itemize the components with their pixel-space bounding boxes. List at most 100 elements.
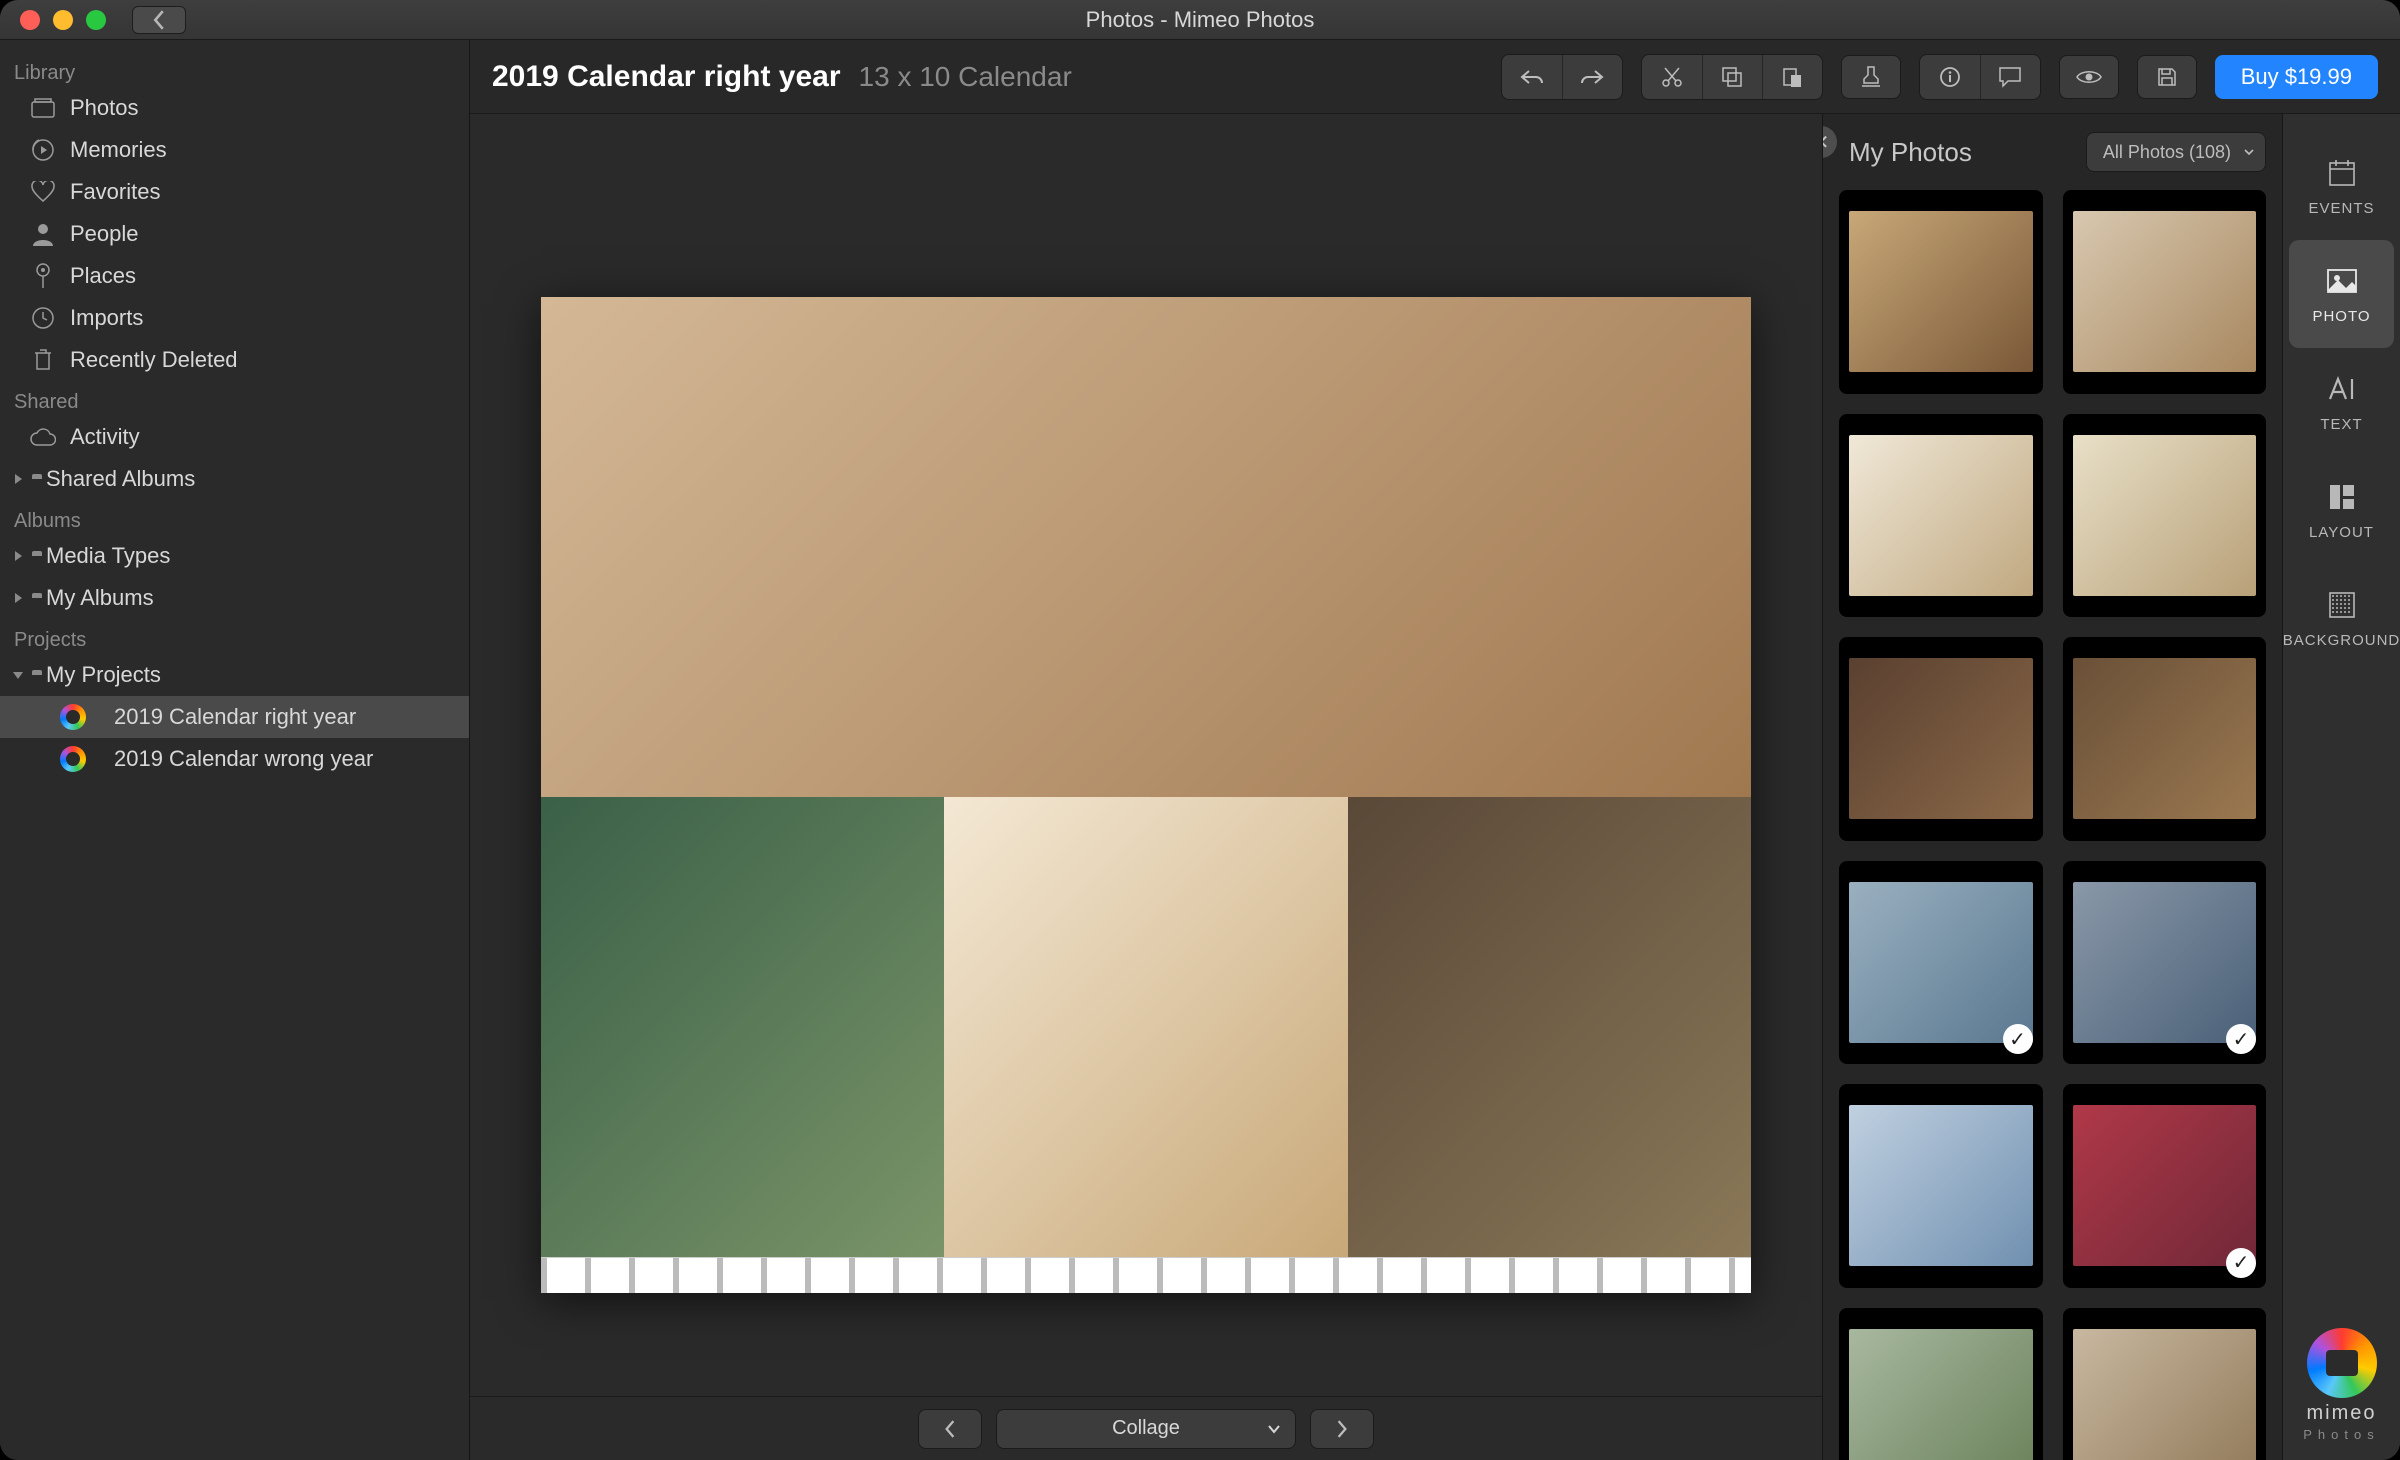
rail-photo-button[interactable]: PHOTO [2289, 240, 2394, 348]
sidebar: Library Photos Memories Favorites People… [0, 40, 470, 1460]
sidebar-item-activity[interactable]: Activity [0, 416, 469, 458]
history-group [1501, 54, 1623, 100]
sidebar-item-photos[interactable]: Photos [0, 87, 469, 129]
heart-icon [30, 179, 56, 205]
sidebar-item-my-projects[interactable]: My Projects [0, 654, 469, 696]
pin-icon [30, 263, 56, 289]
preview-button[interactable] [2059, 55, 2119, 99]
used-check-icon: ✓ [2226, 1248, 2256, 1278]
image-icon [2325, 264, 2359, 298]
back-button[interactable] [132, 6, 186, 34]
rail-layout-button[interactable]: LAYOUT [2283, 456, 2400, 564]
sidebar-label: Imports [70, 305, 143, 331]
sidebar-item-my-albums[interactable]: My Albums [0, 577, 469, 619]
canvas-area: Collage [470, 114, 1822, 1460]
speech-icon [1998, 66, 2022, 88]
redo-button[interactable] [1562, 55, 1622, 99]
paste-icon [1781, 66, 1803, 88]
chevron-right-icon[interactable] [10, 471, 26, 487]
comment-button[interactable] [1980, 55, 2040, 99]
person-icon [30, 221, 56, 247]
thumbnail-grid: ✓✓✓ [1839, 190, 2266, 1460]
cut-button[interactable] [1642, 55, 1702, 99]
photo-thumbnail[interactable] [2063, 1308, 2267, 1460]
buy-button[interactable]: Buy $19.99 [2215, 55, 2378, 99]
window-body: Library Photos Memories Favorites People… [0, 40, 2400, 1460]
sidebar-item-people[interactable]: People [0, 213, 469, 255]
mimeo-logo-icon [2307, 1328, 2377, 1398]
panel-title: My Photos [1849, 137, 1972, 168]
next-page-button[interactable] [1310, 1409, 1374, 1449]
photo-slot[interactable] [541, 797, 944, 1257]
chevron-down-icon [2243, 148, 2255, 156]
sidebar-project-item[interactable]: 2019 Calendar right year [0, 696, 469, 738]
scissors-icon [1661, 66, 1683, 88]
photo-thumbnail[interactable] [2063, 190, 2267, 394]
thumbnail-image [2073, 658, 2257, 819]
chevron-left-icon [944, 1420, 956, 1438]
close-panel-button[interactable]: ✕ [1822, 126, 1837, 158]
prev-page-button[interactable] [918, 1409, 982, 1449]
rail-events-button[interactable]: EVENTS [2283, 132, 2400, 240]
minimize-window-button[interactable] [53, 10, 73, 30]
fullscreen-window-button[interactable] [86, 10, 106, 30]
photo-thumbnail[interactable] [2063, 637, 2267, 841]
photo-thumbnail[interactable]: ✓ [2063, 1084, 2267, 1288]
canvas-viewport[interactable] [470, 114, 1822, 1396]
photo-thumbnail[interactable]: ✓ [2063, 861, 2267, 1065]
trash-icon [30, 347, 56, 373]
photo-slot[interactable] [1348, 797, 1751, 1257]
close-icon: ✕ [1822, 130, 1829, 155]
memories-icon [30, 137, 56, 163]
stamp-button[interactable] [1841, 55, 1901, 99]
redo-icon [1579, 68, 1605, 86]
sidebar-item-places[interactable]: Places [0, 255, 469, 297]
page-mode-select[interactable]: Collage [996, 1409, 1296, 1449]
logo-sub: Photos [2303, 1427, 2379, 1442]
copy-button[interactable] [1702, 55, 1762, 99]
mode-label: Collage [1112, 1417, 1180, 1440]
chevron-down-icon[interactable] [10, 667, 26, 683]
photo-slot[interactable] [541, 297, 1751, 797]
chevron-right-icon[interactable] [10, 590, 26, 606]
collage-bottom-row [541, 797, 1751, 1257]
photo-thumbnail[interactable] [1839, 414, 2043, 618]
cloud-icon [30, 424, 56, 450]
close-window-button[interactable] [20, 10, 40, 30]
copy-icon [1721, 66, 1743, 88]
thumbnail-image [2073, 882, 2257, 1043]
undo-icon [1519, 68, 1545, 86]
sidebar-label: Media Types [46, 543, 170, 569]
project-icon [60, 746, 86, 772]
photo-thumbnail[interactable] [1839, 190, 2043, 394]
photo-thumbnail[interactable]: ✓ [1839, 861, 2043, 1065]
paste-button[interactable] [1762, 55, 1822, 99]
photo-thumbnail[interactable] [1839, 1308, 2043, 1460]
sidebar-project-item[interactable]: 2019 Calendar wrong year [0, 738, 469, 780]
save-button[interactable] [2137, 55, 2197, 99]
sidebar-item-memories[interactable]: Memories [0, 129, 469, 171]
spiral-binding [541, 1257, 1751, 1293]
photo-thumbnail[interactable] [2063, 414, 2267, 618]
photo-thumbnail[interactable] [1839, 637, 2043, 841]
sidebar-item-recently-deleted[interactable]: Recently Deleted [0, 339, 469, 381]
undo-button[interactable] [1502, 55, 1562, 99]
rail-background-button[interactable]: BACKGROUND [2283, 564, 2400, 672]
sidebar-item-imports[interactable]: Imports [0, 297, 469, 339]
sidebar-item-shared-albums[interactable]: Shared Albums [0, 458, 469, 500]
calendar-page[interactable] [541, 297, 1751, 1293]
photo-thumbnail[interactable] [1839, 1084, 2043, 1288]
thumbnail-image [1849, 435, 2033, 596]
sidebar-item-favorites[interactable]: Favorites [0, 171, 469, 213]
info-button[interactable] [1920, 55, 1980, 99]
sidebar-item-media-types[interactable]: Media Types [0, 535, 469, 577]
photo-slot[interactable] [944, 797, 1347, 1257]
eye-icon [2075, 68, 2103, 86]
sidebar-label: Places [70, 263, 136, 289]
my-photos-panel: ✕ My Photos All Photos (108) ✓✓✓ [1822, 114, 2282, 1460]
photos-filter-dropdown[interactable]: All Photos (108) [2086, 132, 2266, 172]
chevron-right-icon[interactable] [10, 548, 26, 564]
rail-text-button[interactable]: TEXT [2283, 348, 2400, 456]
thumbnail-image [2073, 1329, 2257, 1460]
rail-label: EVENTS [2308, 200, 2374, 217]
